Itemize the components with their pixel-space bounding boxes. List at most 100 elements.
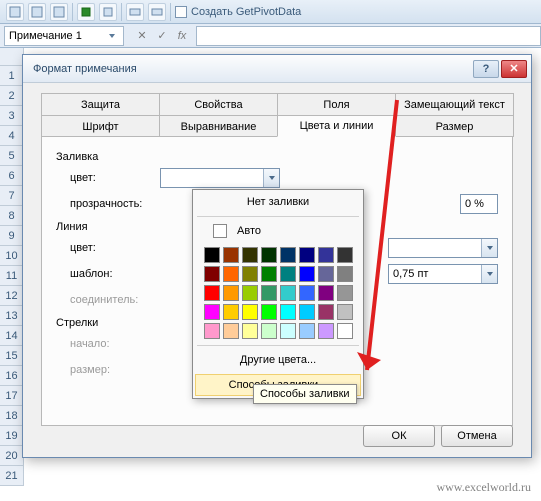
- color-swatch[interactable]: [299, 285, 315, 301]
- ribbon-icon-6[interactable]: [126, 3, 144, 21]
- tab-font[interactable]: Шрифт: [41, 115, 160, 137]
- color-swatch[interactable]: [242, 304, 258, 320]
- color-swatch[interactable]: [223, 266, 239, 282]
- color-swatch[interactable]: [337, 323, 353, 339]
- tab-protection[interactable]: Защита: [41, 93, 160, 115]
- row-header[interactable]: 2: [0, 86, 24, 106]
- other-colors-item[interactable]: Другие цвета...: [193, 348, 363, 372]
- colors-lines-panel: Заливка цвет: Нет заливки Авто Другие: [41, 136, 513, 426]
- color-swatch[interactable]: [242, 323, 258, 339]
- row-header[interactable]: 16: [0, 366, 24, 386]
- row-header[interactable]: 1: [0, 66, 24, 86]
- color-swatch[interactable]: [280, 323, 296, 339]
- no-fill-item[interactable]: Нет заливки: [193, 190, 363, 214]
- color-swatch[interactable]: [223, 304, 239, 320]
- ribbon-icon-4[interactable]: [77, 3, 95, 21]
- color-swatch[interactable]: [299, 304, 315, 320]
- opacity-spinner[interactable]: 0 %: [460, 194, 498, 214]
- name-box[interactable]: Примечание 1: [4, 26, 124, 46]
- getpivot-checkbox[interactable]: [175, 6, 187, 18]
- row-header[interactable]: 15: [0, 346, 24, 366]
- color-swatch[interactable]: [318, 266, 334, 282]
- line-style-combo[interactable]: [388, 238, 498, 258]
- cancel-button[interactable]: Отмена: [441, 425, 513, 447]
- color-swatch[interactable]: [261, 266, 277, 282]
- tab-colors-lines[interactable]: Цвета и линии: [277, 115, 396, 137]
- color-swatch[interactable]: [280, 266, 296, 282]
- dropdown-arrow-icon: [481, 239, 497, 257]
- row-header[interactable]: 13: [0, 306, 24, 326]
- row-header[interactable]: 11: [0, 266, 24, 286]
- row-header[interactable]: 17: [0, 386, 24, 406]
- row-header[interactable]: 21: [0, 466, 24, 486]
- row-header[interactable]: 19: [0, 426, 24, 446]
- color-swatch[interactable]: [223, 323, 239, 339]
- color-swatch[interactable]: [299, 247, 315, 263]
- color-swatch[interactable]: [318, 323, 334, 339]
- color-swatch[interactable]: [204, 285, 220, 301]
- color-swatch[interactable]: [261, 247, 277, 263]
- opacity-label: прозрачность:: [70, 198, 160, 210]
- auto-color-item[interactable]: Авто: [193, 219, 363, 243]
- tab-alt-text[interactable]: Замещающий текст: [395, 93, 514, 115]
- row-header[interactable]: 12: [0, 286, 24, 306]
- ribbon-icon-7[interactable]: [148, 3, 166, 21]
- name-box-dropdown[interactable]: [105, 27, 119, 45]
- dialog-help-button[interactable]: ?: [473, 60, 499, 78]
- row-header[interactable]: 10: [0, 246, 24, 266]
- color-swatch[interactable]: [337, 247, 353, 263]
- dialog-close-button[interactable]: ✕: [501, 60, 527, 78]
- color-swatch[interactable]: [299, 323, 315, 339]
- color-swatch[interactable]: [280, 285, 296, 301]
- color-swatch[interactable]: [261, 285, 277, 301]
- row-header[interactable]: 5: [0, 146, 24, 166]
- color-swatch[interactable]: [242, 266, 258, 282]
- color-swatch[interactable]: [337, 285, 353, 301]
- row-header[interactable]: 3: [0, 106, 24, 126]
- thickness-value: 0,75 пт: [393, 268, 428, 280]
- fx-icon[interactable]: fx: [172, 27, 192, 45]
- row-header[interactable]: 18: [0, 406, 24, 426]
- row-header[interactable]: 7: [0, 186, 24, 206]
- row-header[interactable]: 4: [0, 126, 24, 146]
- ribbon-icon-2[interactable]: [28, 3, 46, 21]
- color-swatch[interactable]: [223, 285, 239, 301]
- color-swatch[interactable]: [204, 247, 220, 263]
- ribbon-icon-1[interactable]: [6, 3, 24, 21]
- tab-alignment[interactable]: Выравнивание: [159, 115, 278, 137]
- formula-input[interactable]: [196, 26, 541, 46]
- enter-formula-icon[interactable]: ✓: [152, 27, 172, 45]
- tab-margins[interactable]: Поля: [277, 93, 396, 115]
- ribbon-icon-5[interactable]: [99, 3, 117, 21]
- color-swatch[interactable]: [261, 323, 277, 339]
- tab-properties[interactable]: Свойства: [159, 93, 278, 115]
- color-swatch[interactable]: [261, 304, 277, 320]
- color-swatch[interactable]: [204, 323, 220, 339]
- color-swatch[interactable]: [318, 304, 334, 320]
- tab-size[interactable]: Размер: [395, 115, 514, 137]
- color-swatch[interactable]: [337, 304, 353, 320]
- color-swatch[interactable]: [242, 285, 258, 301]
- line-thickness-combo[interactable]: 0,75 пт: [388, 264, 498, 284]
- color-swatch[interactable]: [299, 266, 315, 282]
- color-swatch[interactable]: [318, 285, 334, 301]
- row-header[interactable]: 6: [0, 166, 24, 186]
- color-swatch[interactable]: [223, 247, 239, 263]
- ok-button[interactable]: ОК: [363, 425, 435, 447]
- color-swatch[interactable]: [318, 247, 334, 263]
- row-header[interactable]: 20: [0, 446, 24, 466]
- row-header[interactable]: 8: [0, 206, 24, 226]
- row-header[interactable]: 9: [0, 226, 24, 246]
- color-swatch-grid: [193, 243, 363, 343]
- color-swatch[interactable]: [280, 247, 296, 263]
- color-swatch[interactable]: [242, 247, 258, 263]
- color-swatch[interactable]: [337, 266, 353, 282]
- cancel-formula-icon[interactable]: ✕: [132, 27, 152, 45]
- row-header[interactable]: 14: [0, 326, 24, 346]
- fill-color-combo[interactable]: [160, 168, 280, 188]
- ribbon-icon-3[interactable]: [50, 3, 68, 21]
- select-all-corner[interactable]: [0, 48, 24, 66]
- color-swatch[interactable]: [204, 266, 220, 282]
- color-swatch[interactable]: [204, 304, 220, 320]
- color-swatch[interactable]: [280, 304, 296, 320]
